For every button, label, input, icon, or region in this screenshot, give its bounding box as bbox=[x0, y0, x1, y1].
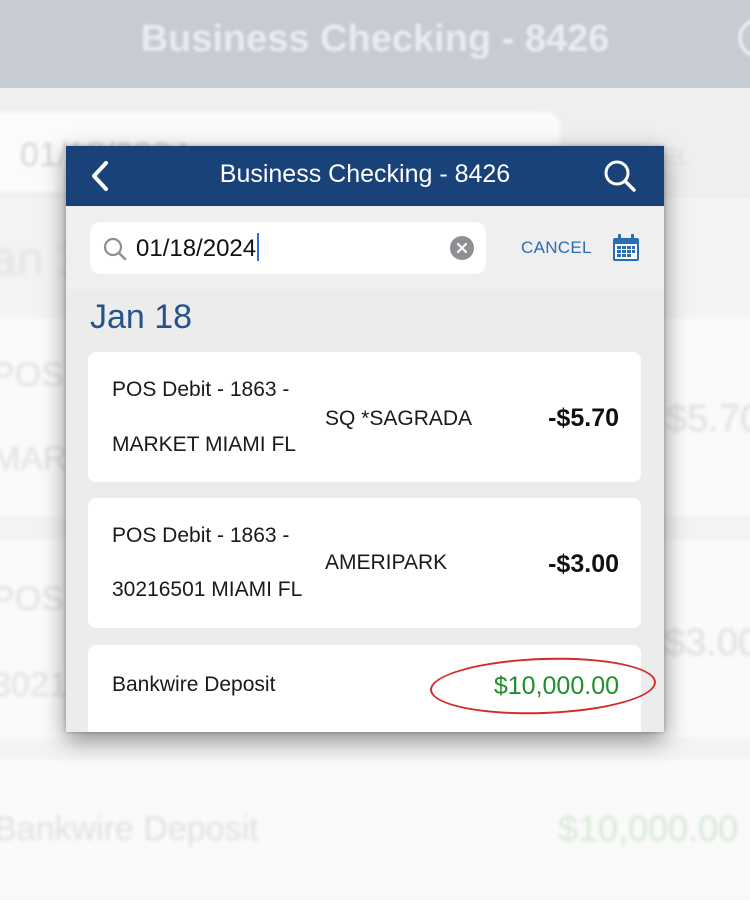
background-amount: $5.70 bbox=[666, 398, 750, 440]
transaction-description: Bankwire Deposit bbox=[112, 673, 276, 696]
transaction-row[interactable]: POS Debit - 1863 - 30216501 MIAMI FL AME… bbox=[88, 498, 641, 628]
transaction-amount: -$5.70 bbox=[548, 404, 619, 432]
transaction-description-line2: MARKET MIAMI FL bbox=[112, 433, 296, 456]
background-amount: $10,000.00 bbox=[558, 808, 739, 849]
chevron-left-icon bbox=[92, 161, 108, 191]
transaction-merchant: AMERIPARK bbox=[325, 551, 448, 574]
transaction-amount-credit: $10,000.00 bbox=[493, 672, 619, 700]
search-input[interactable]: 01/18/2024 bbox=[136, 233, 260, 263]
calendar-icon bbox=[613, 234, 639, 261]
date-header: Jan 18 bbox=[90, 298, 193, 336]
search-field[interactable]: 01/18/2024 bbox=[90, 222, 486, 274]
close-icon bbox=[456, 242, 468, 254]
background-text: Bankwire Deposit bbox=[0, 810, 259, 848]
search-input-value: 01/18/2024 bbox=[136, 235, 257, 262]
background-amount: $3.00 bbox=[664, 622, 750, 664]
search-row: 01/18/2024 CANCEL bbox=[66, 206, 664, 290]
cancel-button[interactable]: CANCEL bbox=[521, 238, 592, 258]
search-icon bbox=[604, 160, 636, 192]
text-caret bbox=[257, 233, 260, 261]
transaction-description-line1: POS Debit - 1863 - bbox=[112, 524, 290, 547]
account-screen-modal: Business Checking - 8426 01/18/2024 CANC… bbox=[66, 146, 664, 732]
search-icon bbox=[103, 237, 127, 261]
calendar-button[interactable] bbox=[610, 232, 642, 264]
background-title: Business Checking - 8426 bbox=[140, 18, 610, 60]
page-title: Business Checking - 8426 bbox=[219, 160, 511, 188]
clear-search-button[interactable] bbox=[450, 236, 474, 260]
transaction-row[interactable]: Bankwire Deposit $10,000.00 bbox=[88, 645, 641, 732]
transaction-merchant: SQ *SAGRADA bbox=[325, 407, 473, 430]
nav-bar: Business Checking - 8426 bbox=[66, 146, 664, 206]
background-text: 3021 bbox=[0, 666, 68, 704]
transaction-description-line2: 30216501 MIAMI FL bbox=[112, 578, 303, 601]
transaction-description-line1: POS Debit - 1863 - bbox=[112, 378, 290, 401]
background-text: POS bbox=[0, 356, 64, 394]
back-button[interactable] bbox=[80, 156, 120, 196]
search-button[interactable] bbox=[598, 154, 642, 198]
transaction-list: Jan 18 POS Debit - 1863 - MARKET MIAMI F… bbox=[66, 290, 664, 732]
transaction-amount: -$3.00 bbox=[548, 550, 619, 578]
transaction-row[interactable]: POS Debit - 1863 - MARKET MIAMI FL SQ *S… bbox=[88, 352, 641, 482]
background-text: POS bbox=[0, 580, 64, 618]
